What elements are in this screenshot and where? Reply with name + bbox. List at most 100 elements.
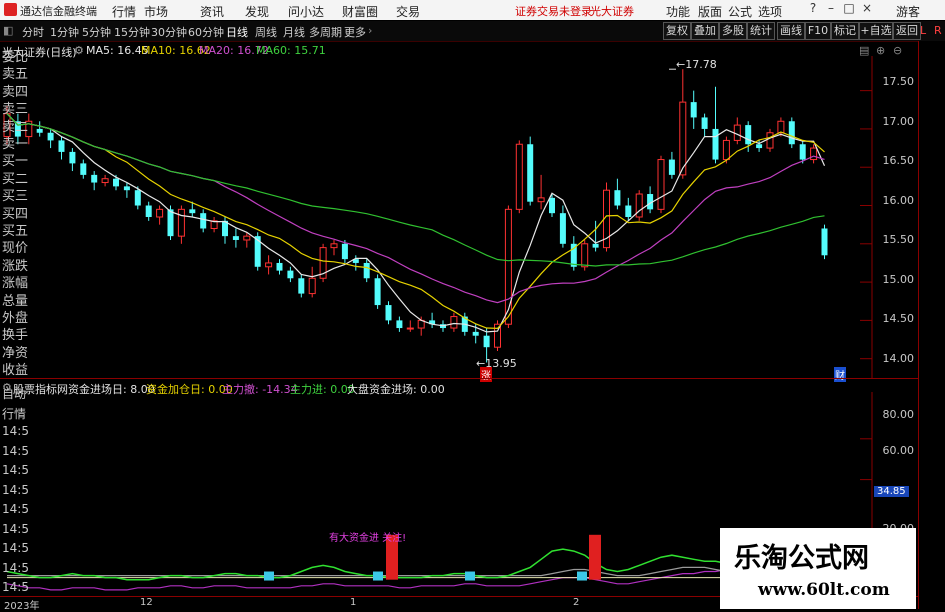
period-toolbar: ◧ 分时 1分钟 5分钟 15分钟 30分钟 60分钟 日线 周线 月线 多周期…: [0, 21, 945, 42]
side-lower-label: 14:5: [2, 443, 29, 458]
login-status[interactable]: 证券交易未登录: [515, 3, 592, 19]
collapse-icon[interactable]: ◧: [3, 24, 13, 37]
candle-body-up: [657, 159, 665, 210]
candle-body-down: [385, 305, 392, 321]
side-lower-label: 14:5: [2, 541, 29, 555]
app-title: 通达信金融终端: [20, 5, 97, 18]
candle-body-down: [745, 125, 752, 145]
high-price-label: ←17.78: [676, 58, 717, 71]
btn-duogu[interactable]: 多股: [719, 22, 747, 40]
minimize-icon[interactable]: –: [824, 1, 838, 17]
menu-shichang[interactable]: 市场: [144, 3, 168, 20]
side-field-label: 卖五: [2, 67, 29, 83]
big-money-bar: [589, 534, 601, 580]
y-tick: 15.50: [882, 233, 915, 246]
side-field-label: 卖一: [2, 137, 29, 152]
candle-body-down: [592, 243, 599, 248]
candle-body-up: [515, 143, 523, 210]
title-bar: 通达信金融终端 行情 市场 资讯 发现 问小达 财富圈 交易 证券交易未登录 光…: [0, 0, 945, 20]
close-icon[interactable]: ×: [860, 1, 874, 17]
candle-body-down: [821, 228, 828, 256]
side-panel-l-label[interactable]: L: [920, 24, 926, 37]
candle-body-down: [788, 121, 795, 145]
broker-label[interactable]: 光大证券: [590, 3, 634, 19]
candle-body-down: [396, 320, 403, 329]
watermark-title: 乐淘公式网: [734, 543, 869, 574]
candle-body-down: [374, 278, 381, 306]
side-lower-label: 自动: [2, 387, 27, 401]
btn-fuquan[interactable]: 复权: [663, 22, 691, 40]
menu-jiaoyi[interactable]: 交易: [396, 3, 420, 20]
y-tick: 60.00: [882, 444, 915, 457]
candle-body-down: [232, 236, 239, 240]
period-more[interactable]: 更多: [344, 24, 366, 40]
period-daily[interactable]: 日线: [226, 24, 248, 40]
finance-marker[interactable]: 财: [834, 367, 846, 382]
price-chart[interactable]: [0, 56, 918, 378]
menu-hangqing[interactable]: 行情: [112, 3, 136, 20]
side-lower-label: 14:5: [2, 580, 29, 594]
period-fenshi[interactable]: 分时: [22, 24, 44, 40]
btn-zixuan[interactable]: +自选: [859, 22, 893, 40]
period-15min[interactable]: 15分钟: [114, 24, 150, 40]
candle-body-down: [134, 190, 141, 206]
btn-fanhui[interactable]: 返回: [893, 22, 921, 40]
period-1min[interactable]: 1分钟: [50, 24, 79, 40]
candle-body-down: [91, 174, 98, 183]
side-lower-label: 14:5: [2, 521, 29, 536]
menu-xuanxiang[interactable]: 选项: [758, 3, 782, 20]
btn-huaxian[interactable]: 画线: [777, 22, 805, 40]
side-field-label: 现价: [2, 241, 29, 257]
period-30min[interactable]: 30分钟: [151, 24, 187, 40]
candle-body-down: [363, 262, 370, 279]
pane-divider: [0, 378, 918, 379]
menu-banmian[interactable]: 版面: [698, 3, 722, 20]
menu-caifuquan[interactable]: 财富圈: [342, 3, 378, 20]
candle-body-down: [799, 144, 806, 160]
period-weekly[interactable]: 周线: [255, 24, 277, 40]
menu-gongshi[interactable]: 公式: [728, 3, 752, 20]
date-label: 12: [140, 597, 153, 608]
side-lower-label: 14:5: [2, 482, 29, 497]
ma5-line: [6, 113, 826, 333]
btn-f10[interactable]: F10: [805, 22, 831, 40]
menu-gongneng[interactable]: 功能: [666, 3, 690, 20]
btn-biaoji[interactable]: 标记: [831, 22, 859, 40]
date-label: 2: [573, 597, 580, 608]
candle-body-up: [243, 235, 251, 241]
candle-body-down: [58, 140, 65, 152]
period-5min[interactable]: 5分钟: [82, 24, 111, 40]
maximize-icon[interactable]: □: [842, 1, 856, 17]
candle-body-down: [701, 117, 708, 129]
period-60min[interactable]: 60分钟: [188, 24, 224, 40]
limit-up-marker[interactable]: 涨: [480, 367, 492, 382]
period-multi[interactable]: 多周期: [309, 24, 342, 40]
side-field-label: 买四: [2, 206, 29, 222]
date-label: 1: [350, 597, 357, 608]
candle-body-down: [756, 144, 763, 149]
help-icon[interactable]: ?: [806, 1, 820, 17]
candle-body-down: [483, 335, 490, 348]
side-field-label: 涨幅: [2, 276, 29, 292]
more-dropdown-icon[interactable]: ›: [368, 24, 372, 37]
entry-day-bar: [465, 571, 475, 581]
side-panel-r-label[interactable]: R: [934, 24, 942, 37]
menu-wenxiaoda[interactable]: 问小达: [288, 3, 324, 20]
menu-zixun[interactable]: 资讯: [200, 3, 224, 20]
btn-tongji[interactable]: 统计: [747, 22, 775, 40]
price-y-axis: 17.50 17.00 16.50 16.00 15.50 15.00 14.5…: [872, 56, 918, 378]
btn-diejia[interactable]: 叠加: [691, 22, 719, 40]
ma20-line: [6, 113, 825, 304]
side-field-label: 卖四: [2, 84, 29, 100]
candle-body-down: [690, 102, 697, 118]
guest-label[interactable]: 游客: [896, 3, 920, 20]
candle-body-up: [406, 327, 414, 330]
side-field-label: 外盘: [2, 311, 29, 326]
candle-body-down: [80, 163, 87, 175]
period-monthly[interactable]: 月线: [283, 24, 305, 40]
candle-body-up: [581, 243, 589, 268]
y-tick: 15.00: [882, 273, 915, 286]
candle-body-up: [733, 124, 741, 141]
menu-faxian[interactable]: 发现: [245, 3, 269, 20]
candle-body-up: [504, 208, 512, 325]
